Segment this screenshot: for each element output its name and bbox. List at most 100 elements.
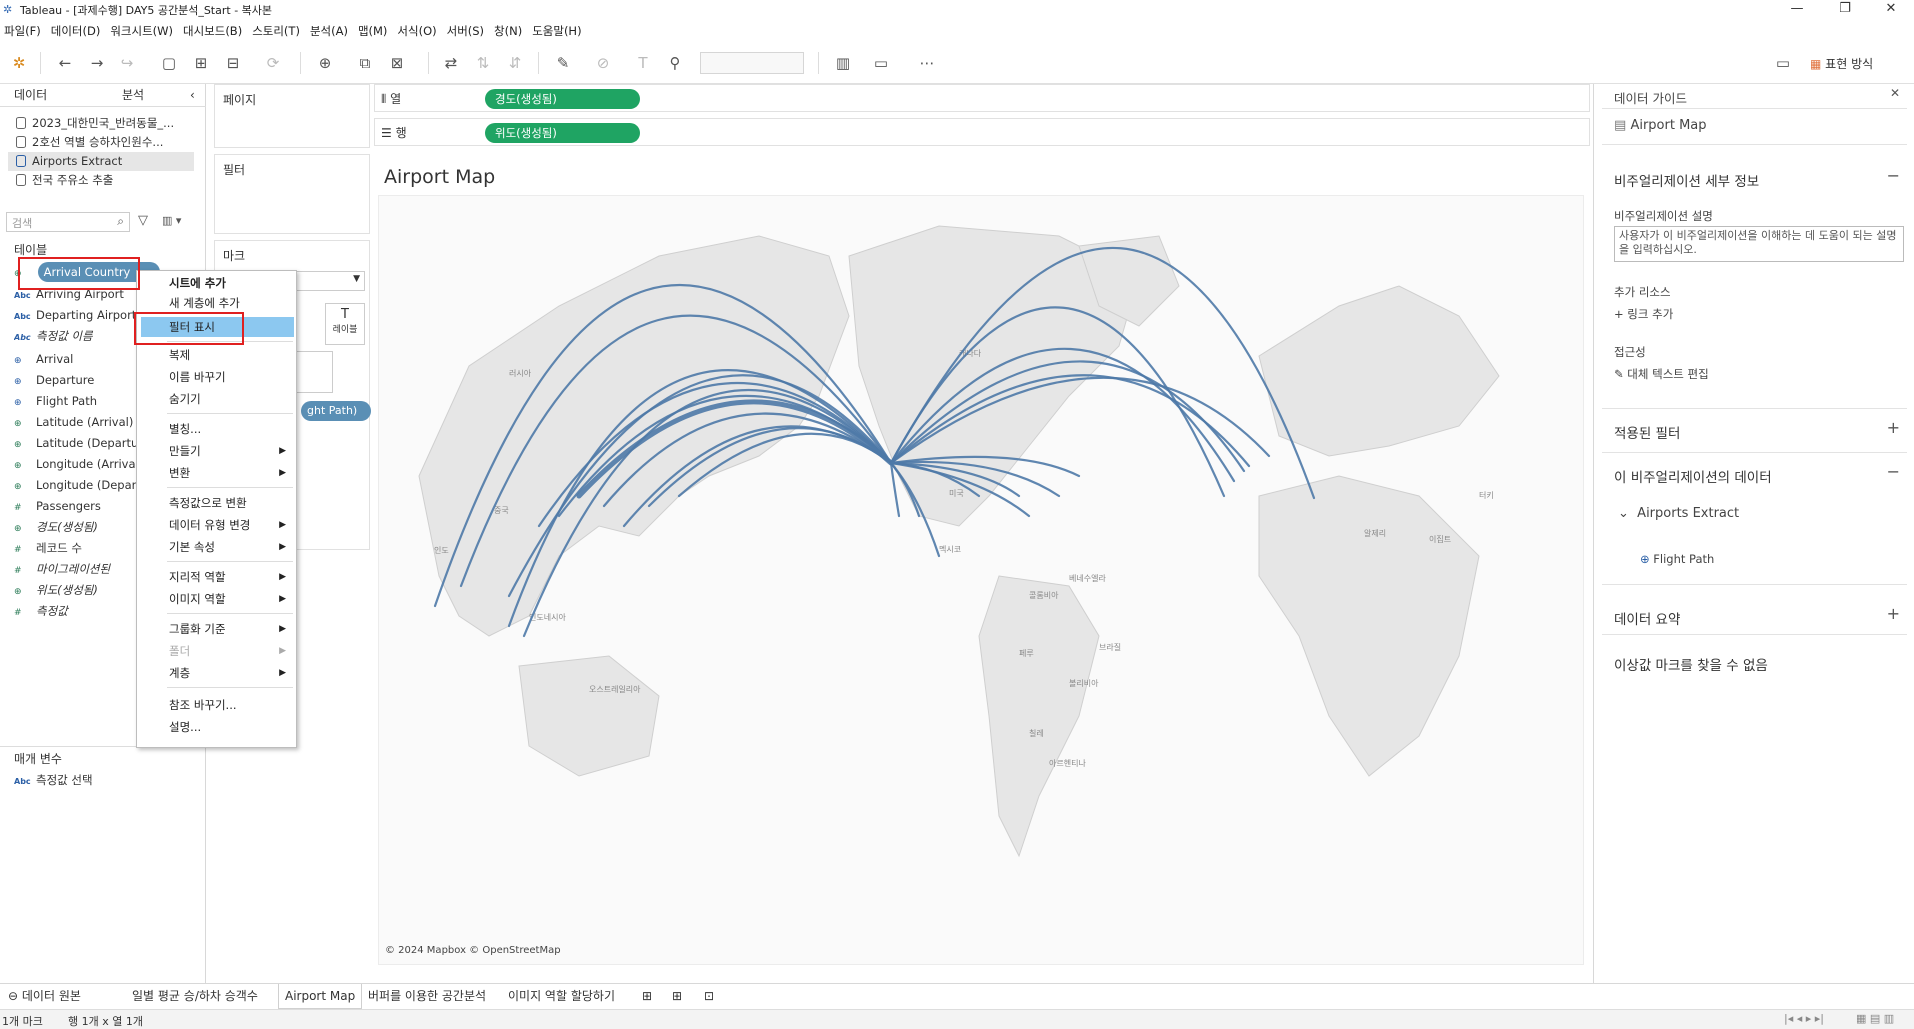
parameter-item[interactable]: Abc 측정값 선택 — [14, 770, 139, 790]
alt-text-button[interactable]: ✎ 대체 텍스트 편집 — [1614, 366, 1709, 382]
close-guide-icon[interactable]: ✕ — [1890, 86, 1900, 100]
pause-updates-icon[interactable]: ⊟ — [222, 52, 244, 74]
analysis-tab[interactable]: 분석 — [122, 84, 144, 106]
refresh-icon[interactable]: ⟳ — [262, 52, 284, 74]
redo-icon[interactable]: → — [86, 52, 108, 74]
collapse-icon[interactable]: − — [1887, 166, 1900, 185]
field-item[interactable]: ⊕ Longitude (Arrival) — [14, 454, 139, 474]
datasource-item[interactable]: 2호선 역별 승하차인원수... — [16, 133, 191, 152]
field-item[interactable]: ⊕Longitude (Departure) — [14, 475, 139, 495]
field-item[interactable]: # Passengers — [14, 496, 139, 516]
menu-transform[interactable]: 변환 ▶ — [137, 463, 296, 483]
menu-dashboard[interactable]: 대시보드(B) — [183, 23, 242, 39]
applied-filters-header[interactable]: 적용된 필터 — [1614, 422, 1680, 442]
field-item[interactable]: ⊕ Departure — [14, 370, 139, 390]
add-link-button[interactable]: + 링크 추가 — [1614, 306, 1673, 322]
duplicate-sheet-icon[interactable]: ⧉ — [354, 52, 376, 74]
replay-icon[interactable]: ↪ — [116, 52, 138, 74]
columns-shelf[interactable]: ⦀ 열 경도(생성됨) — [374, 84, 1590, 112]
menu-convert-to-measure[interactable]: 측정값으로 변환 — [137, 493, 296, 513]
menu-create[interactable]: 만들기 ▶ — [137, 441, 296, 461]
field-item[interactable]: ⊕ 위도(생성됨) — [14, 580, 139, 600]
expand-icon[interactable]: + — [1887, 418, 1900, 437]
sort-desc-icon[interactable]: ⇵ — [504, 52, 526, 74]
tab-navigation-icon[interactable]: |◂ ◂ ▸ ▸| — [1784, 1012, 1824, 1025]
menu-change-data-type[interactable]: 데이터 유형 변경 ▶ — [137, 515, 296, 535]
menu-window[interactable]: 창(N) — [494, 23, 522, 39]
clear-sheet-icon[interactable]: ⊠ — [386, 52, 408, 74]
filter-icon[interactable]: ▽ — [138, 213, 148, 228]
save-icon[interactable]: ▢ — [158, 52, 180, 74]
field-item[interactable]: ⊕ Arrival — [14, 349, 139, 369]
menu-image-role[interactable]: 이미지 역할 ▶ — [137, 589, 296, 609]
expand-icon[interactable]: + — [1887, 604, 1900, 623]
menu-format[interactable]: 서식(O) — [397, 23, 436, 39]
label-icon[interactable]: T — [632, 52, 654, 74]
menu-add-to-sheet[interactable]: 시트에 추가 — [137, 273, 296, 293]
field-node[interactable]: ⊕ Flight Path — [1640, 552, 1714, 566]
menu-default-properties[interactable]: 기본 속성 ▶ — [137, 537, 296, 557]
menu-add-to-hierarchy[interactable]: 새 계층에 추가 — [137, 293, 296, 313]
filters-card[interactable]: 필터 — [214, 154, 370, 234]
menu-describe[interactable]: 설명... — [137, 717, 296, 737]
collapse-pane-icon[interactable]: ‹ — [190, 84, 195, 106]
mark-type-dropdown[interactable]: ▼ — [293, 271, 365, 291]
tableau-start-icon[interactable]: ✲ — [8, 52, 30, 74]
datasource-item[interactable]: 전국 주유소 추출 — [16, 171, 191, 190]
field-item[interactable]: Abc 측정값 이름 — [14, 326, 139, 346]
minimize-button[interactable]: — — [1774, 0, 1820, 20]
highlight-icon[interactable]: ✎ — [552, 52, 574, 74]
menu-geographic-role[interactable]: 지리적 역할 ▶ — [137, 567, 296, 587]
menu-map[interactable]: 맵(M) — [358, 23, 387, 39]
show-me-pin-icon[interactable]: ▭ — [1772, 52, 1794, 74]
field-item[interactable]: # 측정값 — [14, 601, 139, 621]
new-worksheet-tab-icon[interactable]: ⊞ — [636, 984, 658, 1009]
outliers-header[interactable]: 이상값 마크를 찾을 수 없음 — [1614, 654, 1768, 674]
menu-story[interactable]: 스토리(T) — [252, 23, 300, 39]
flight-path-pill[interactable]: ght Path) — [301, 401, 371, 421]
new-datasource-icon[interactable]: ⊞ — [190, 52, 212, 74]
fit-dropdown[interactable] — [700, 52, 804, 74]
view-options-icon[interactable]: ▥ ▾ — [162, 214, 181, 227]
data-summary-header[interactable]: 데이터 요약 — [1614, 608, 1680, 628]
undo-icon[interactable]: ← — [54, 52, 76, 74]
presentation-icon[interactable]: ▭ — [870, 52, 892, 74]
new-dashboard-tab-icon[interactable]: ⊞ — [666, 984, 688, 1009]
rows-shelf[interactable]: ☰ 행 위도(생성됨) — [374, 118, 1590, 146]
datasource-node[interactable]: ⌄ Airports Extract — [1618, 506, 1739, 521]
pages-card[interactable]: 페이지 — [214, 84, 370, 148]
close-window-button[interactable]: ✕ — [1868, 0, 1914, 20]
menu-rename[interactable]: 이름 바꾸기 — [137, 367, 296, 387]
menu-server[interactable]: 서버(S) — [447, 23, 484, 39]
menu-folders[interactable]: 폴더 ▶ — [137, 641, 296, 661]
datasource-item-selected[interactable]: Airports Extract — [8, 152, 194, 171]
menu-aliases[interactable]: 별칭... — [137, 419, 296, 439]
description-input[interactable]: 사용자가 이 비주얼리제이션을 이해하는 데 도움이 되는 설명을 입력하십시오… — [1614, 226, 1904, 262]
longitude-pill[interactable]: 경도(생성됨) — [485, 89, 640, 109]
viz-details-header[interactable]: 비주얼리제이션 세부 정보 — [1614, 170, 1759, 190]
field-item[interactable]: ⊕ Latitude (Arrival) — [14, 412, 139, 432]
menu-data[interactable]: 데이터(D) — [51, 23, 101, 39]
tab-sheet[interactable]: 이미지 역할 할당하기 — [502, 984, 621, 1009]
tab-sheet-active[interactable]: Airport Map — [278, 984, 363, 1009]
new-story-tab-icon[interactable]: ⊡ — [698, 984, 720, 1009]
maximize-button[interactable]: ❐ — [1822, 0, 1868, 20]
new-worksheet-icon[interactable]: ⊕ — [314, 52, 336, 74]
menu-help[interactable]: 도움말(H) — [532, 23, 581, 39]
show-me-button[interactable]: ▦ 표현 방식 — [1810, 55, 1873, 72]
path-mark-button[interactable] — [293, 351, 333, 393]
label-mark-button[interactable]: T 레이블 — [325, 303, 365, 345]
menu-group-by[interactable]: 그룹화 기준 ▶ — [137, 619, 296, 639]
menu-hide[interactable]: 숨기기 — [137, 389, 296, 409]
datasource-item[interactable]: 2023_대한민국_반려동물_... — [16, 114, 191, 133]
field-item[interactable]: Abc Departing Airport — [14, 305, 139, 325]
viz-data-header[interactable]: 이 비주얼리제이션의 데이터 — [1614, 466, 1772, 486]
swap-icon[interactable]: ⇄ — [440, 52, 462, 74]
pin-icon[interactable]: ⚲ — [664, 52, 686, 74]
show-cards-icon[interactable]: ▥ — [832, 52, 854, 74]
sort-asc-icon[interactable]: ⇅ — [472, 52, 494, 74]
map-view[interactable]: 러시아 중국 인도 인도네시아 오스트레일리아 미국 캐나다 멕시코 브라질 페루 볼리비아 칠레 아르… — [378, 195, 1584, 965]
field-item[interactable]: ⊕Latitude (Departure) — [14, 433, 139, 453]
data-tab[interactable]: 데이터 — [14, 84, 47, 106]
field-item[interactable]: # 마이그레이션된 — [14, 559, 139, 579]
